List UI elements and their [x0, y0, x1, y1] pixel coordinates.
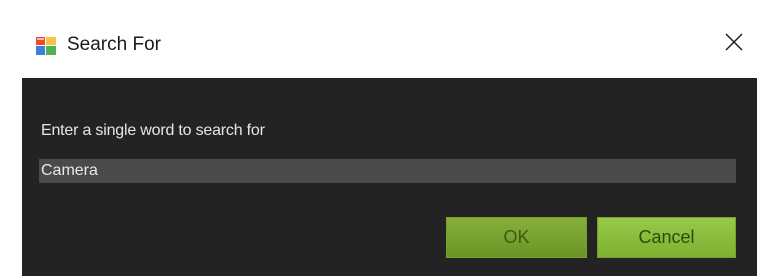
application-window-icon — [36, 37, 56, 55]
search-input[interactable] — [39, 159, 736, 183]
cancel-button[interactable]: Cancel — [597, 217, 736, 258]
close-icon — [725, 33, 743, 56]
ok-button[interactable]: OK — [446, 217, 587, 258]
close-button[interactable] — [711, 22, 757, 66]
search-dialog: Search For Enter a single word to search… — [22, 10, 757, 276]
dialog-title: Search For — [67, 34, 161, 55]
title-bar[interactable]: Search For — [22, 10, 757, 78]
search-prompt-label: Enter a single word to search for — [41, 122, 265, 139]
